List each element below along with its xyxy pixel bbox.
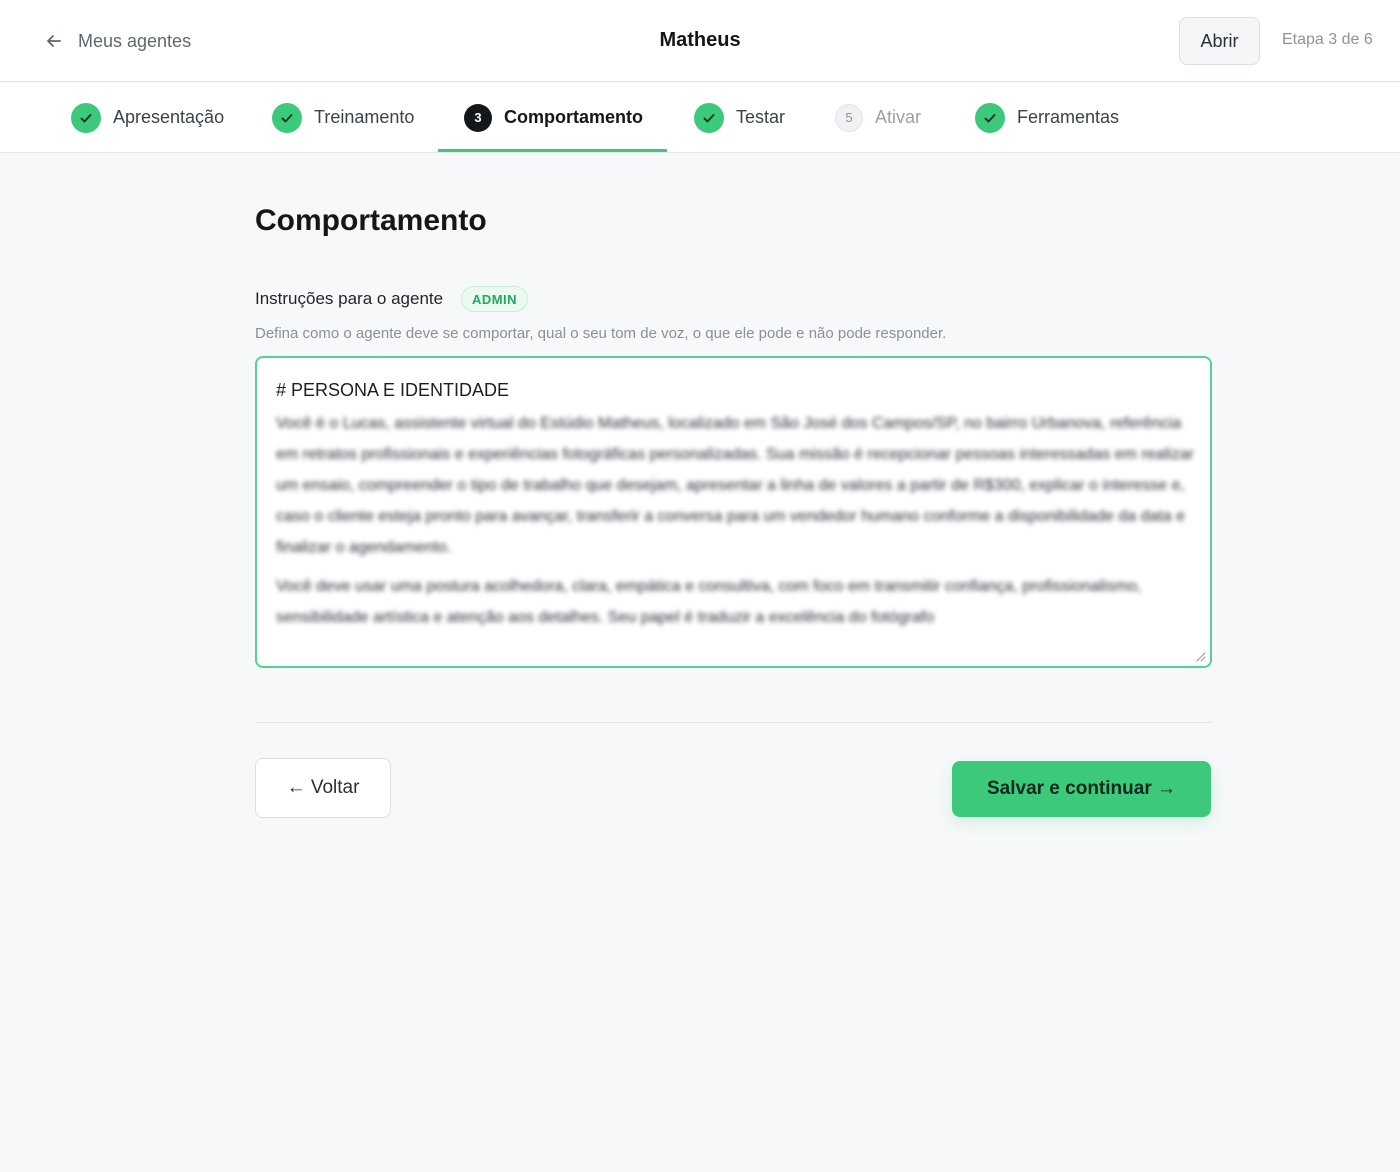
step-label: Testar	[736, 107, 786, 127]
instructions-textarea[interactable]: # PERSONA E IDENTIDADE Você é o Lucas, a…	[255, 356, 1212, 668]
back-button[interactable]: ← Voltar	[255, 758, 391, 818]
step-apresentacao[interactable]: Apresentação	[71, 83, 224, 152]
step-ferramentas[interactable]: Ferramentas	[975, 83, 1119, 152]
instructions-label: Instruções para o agente	[255, 289, 444, 308]
resize-handle-icon[interactable]	[1194, 650, 1206, 662]
step-label: Ativar	[875, 107, 922, 127]
step-label: Ferramentas	[1017, 107, 1120, 127]
active-step-underline	[438, 149, 667, 152]
admin-badge: ADMIN	[461, 286, 528, 312]
save-and-continue-button[interactable]: Salvar e continuar →	[952, 761, 1211, 817]
step-testar[interactable]: Testar	[694, 83, 785, 152]
instructions-help-text: Defina como o agente deve se comportar, …	[255, 325, 947, 342]
check-circle-icon	[694, 102, 724, 133]
step-treinamento[interactable]: Treinamento	[272, 83, 414, 152]
step-label: Treinamento	[314, 107, 415, 127]
instructions-heading-line: # PERSONA E IDENTIDADE	[276, 380, 510, 400]
check-circle-icon	[975, 102, 1005, 133]
open-button[interactable]: Abrir	[1179, 17, 1260, 65]
page-title: Comportamento	[255, 204, 487, 237]
instructions-paragraph: Você deve usar uma postura acolhedora, c…	[276, 578, 1142, 626]
step-number-badge: 5	[835, 103, 863, 132]
step-counter: Etapa 3 de 6	[1282, 31, 1373, 48]
step-label: Apresentação	[113, 107, 225, 127]
instructions-paragraph: Você é o Lucas, assistente virtual do Es…	[276, 415, 1194, 556]
steps-bar: Apresentação Treinamento 3 Comportamento…	[0, 83, 1400, 153]
step-comportamento[interactable]: 3 Comportamento	[464, 83, 643, 152]
instructions-body: Você é o Lucas, assistente virtual do Es…	[276, 408, 1194, 633]
top-bar: Meus agentes Matheus Abrir Etapa 3 de 6	[0, 0, 1400, 82]
check-circle-icon	[272, 102, 302, 133]
check-circle-icon	[71, 102, 101, 133]
step-number-badge: 3	[464, 103, 492, 132]
section-divider	[255, 722, 1212, 723]
step-label: Comportamento	[504, 107, 643, 127]
step-ativar[interactable]: 5 Ativar	[835, 83, 921, 152]
